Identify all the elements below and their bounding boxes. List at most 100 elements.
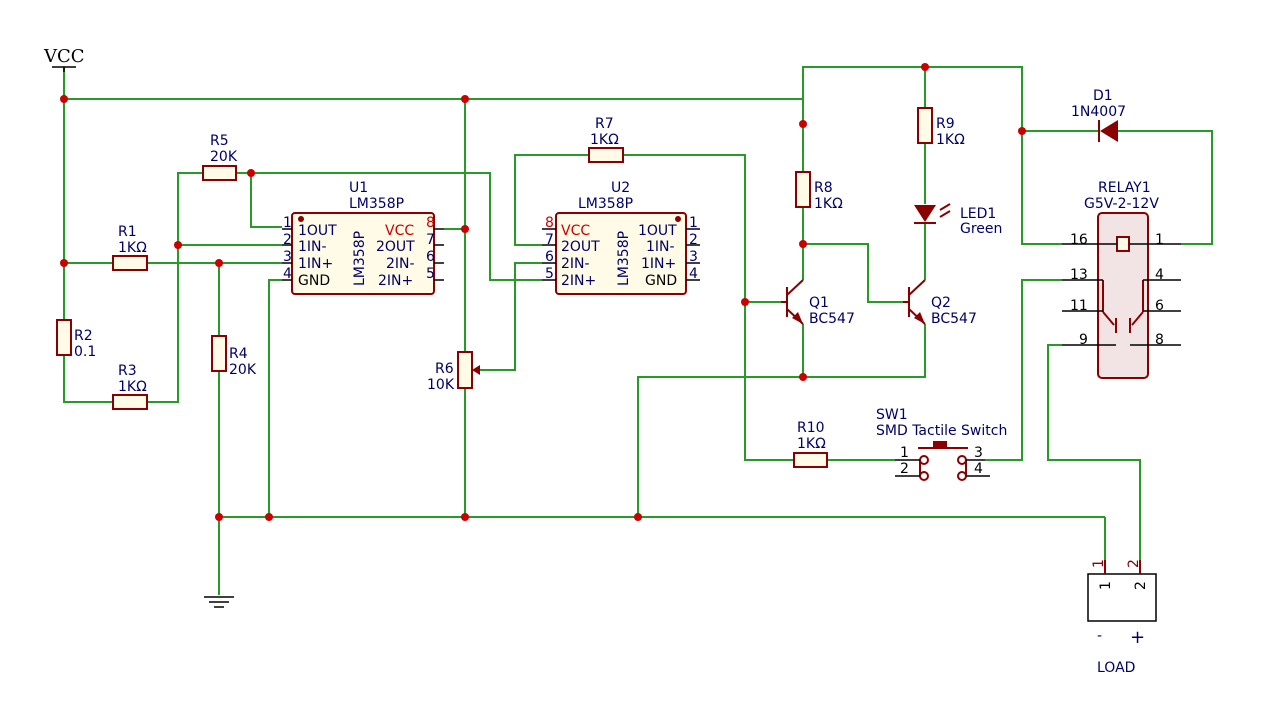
resistor-r7: R7 1KΩ	[588, 116, 624, 163]
junction-dot	[461, 513, 469, 521]
junction-dot	[215, 513, 223, 521]
junction-dot	[799, 373, 807, 381]
junction-dot	[60, 259, 68, 267]
junction-dot	[921, 63, 929, 71]
r1-ref: R1	[118, 224, 137, 240]
junction-dot	[799, 240, 807, 248]
sw1-ref: SW1	[876, 407, 908, 423]
led-led1: LED1 Green	[914, 203, 1002, 237]
junction-dot	[215, 259, 223, 267]
switch-sw1: SW1 SMD Tactile Switch 1 2 3 4	[876, 407, 1007, 481]
r1-value: 1KΩ	[118, 240, 147, 256]
potentiometer-r6: R6 10K	[427, 351, 480, 393]
ic-u1: U1 LM358P LM358P 1 2 3 4 1OUT 1IN- 1IN+ …	[282, 180, 444, 295]
r9-value: 1KΩ	[936, 132, 965, 148]
r6-ref: R6	[435, 361, 454, 377]
svg-text:2: 2	[1126, 559, 1142, 568]
svg-text:4: 4	[283, 266, 292, 282]
r7-ref: R7	[595, 116, 614, 132]
load-label: LOAD	[1097, 660, 1135, 676]
junction-dot	[461, 95, 469, 103]
svg-text:13: 13	[1070, 267, 1088, 283]
svg-text:2: 2	[1133, 581, 1149, 590]
junction-dot	[174, 241, 182, 249]
r8-ref: R8	[814, 180, 833, 196]
u2-part: LM358P	[578, 196, 633, 212]
junctions	[60, 63, 1026, 521]
svg-text:4: 4	[1155, 267, 1164, 283]
svg-text:4: 4	[689, 266, 698, 282]
svg-text:2OUT: 2OUT	[376, 239, 415, 255]
svg-text:4: 4	[974, 461, 983, 477]
r7-value: 1KΩ	[590, 132, 619, 148]
svg-text:1IN+: 1IN+	[298, 256, 333, 272]
load-connector: 1 2 1 2 - + LOAD	[1087, 559, 1157, 676]
svg-text:1OUT: 1OUT	[638, 223, 677, 239]
svg-text:8: 8	[545, 215, 554, 231]
u2-ref: U2	[611, 180, 630, 196]
svg-text:1IN-: 1IN-	[646, 239, 675, 255]
ic-u2: U2 LM358P LM358P 8 7 6 5 VCC 2OUT 2IN- 2…	[542, 180, 700, 295]
svg-text:2: 2	[283, 232, 292, 248]
q1-ref: Q1	[809, 295, 829, 311]
svg-text:1: 1	[1091, 559, 1107, 568]
svg-text:9: 9	[1079, 332, 1088, 348]
q2-ref: Q2	[931, 295, 951, 311]
resistor-r2: R2 0.1	[56, 319, 96, 360]
svg-text:GND: GND	[298, 273, 330, 289]
u2-body-text: LM358P	[616, 231, 632, 286]
svg-text:2IN+: 2IN+	[561, 273, 596, 289]
svg-text:1: 1	[1098, 581, 1114, 590]
resistor-r9: R9 1KΩ	[917, 107, 965, 148]
svg-text:5: 5	[545, 266, 554, 282]
r2-ref: R2	[74, 328, 93, 344]
svg-text:6: 6	[545, 249, 554, 265]
q2-part: BC547	[931, 311, 977, 327]
r8-value: 1KΩ	[814, 196, 843, 212]
svg-text:7: 7	[545, 232, 554, 248]
svg-text:1: 1	[1155, 232, 1164, 248]
svg-text:5: 5	[426, 266, 435, 282]
svg-text:1OUT: 1OUT	[298, 223, 337, 239]
r10-ref: R10	[797, 420, 825, 436]
svg-text:6: 6	[1155, 298, 1164, 314]
resistor-r4: R4 20K	[211, 335, 257, 378]
led1-color: Green	[960, 221, 1002, 237]
junction-dot	[741, 298, 749, 306]
r4-value: 20K	[229, 362, 257, 378]
r2-value: 0.1	[74, 344, 96, 360]
r6-value: 10K	[427, 377, 455, 393]
diode-d1: D1 1N4007	[1071, 88, 1126, 142]
r5-value: 20K	[210, 149, 238, 165]
svg-text:7: 7	[426, 232, 435, 248]
svg-text:1IN-: 1IN-	[298, 239, 327, 255]
junction-dot	[60, 95, 68, 103]
schematic-diagram: VCC R1 1KΩ R2 0.1 R3 1KΩ R4 20K R5 20K R…	[43, 46, 1213, 676]
vcc-power-symbol: VCC	[43, 46, 85, 72]
svg-text:6: 6	[426, 249, 435, 265]
resistor-r3: R3 1KΩ	[112, 363, 148, 410]
svg-text:2OUT: 2OUT	[561, 239, 600, 255]
resistor-r1: R1 1KΩ	[112, 224, 148, 271]
junction-dot	[1018, 127, 1026, 135]
svg-text:1: 1	[283, 215, 292, 231]
load-plus: +	[1130, 627, 1145, 648]
r5-ref: R5	[210, 133, 229, 149]
vcc-label: VCC	[43, 46, 85, 67]
junction-dot	[247, 169, 255, 177]
led1-ref: LED1	[960, 206, 996, 222]
r9-ref: R9	[936, 116, 955, 132]
ground-symbol	[204, 596, 234, 608]
resistor-r5: R5 20K	[202, 133, 238, 181]
svg-text:GND: GND	[645, 273, 677, 289]
relay-part: G5V-2-12V	[1084, 196, 1159, 212]
load-minus: -	[1097, 628, 1102, 644]
r10-value: 1KΩ	[797, 436, 826, 452]
transistor-q2: Q2 BC547	[903, 279, 977, 327]
svg-text:8: 8	[426, 215, 435, 231]
svg-text:16: 16	[1070, 232, 1088, 248]
u1-ref: U1	[349, 180, 368, 196]
junction-dot	[799, 120, 807, 128]
svg-text:1IN+: 1IN+	[641, 256, 676, 272]
svg-text:3: 3	[689, 249, 698, 265]
